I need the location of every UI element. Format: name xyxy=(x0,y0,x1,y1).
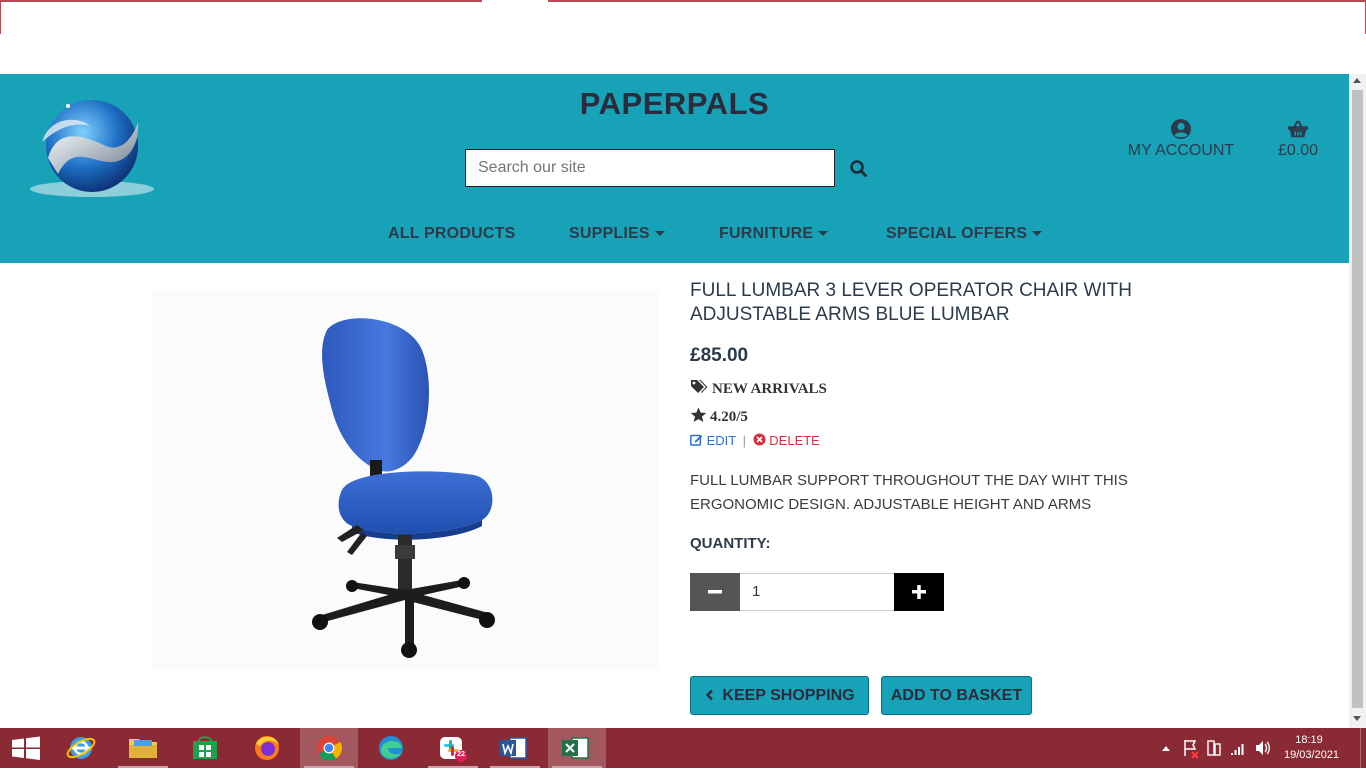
nav-supplies-label: SUPPLIES xyxy=(569,225,650,242)
nav-furniture[interactable]: FURNITURE xyxy=(719,225,829,243)
excel-icon xyxy=(562,737,589,759)
show-desktop-button[interactable] xyxy=(1360,728,1366,768)
store-icon xyxy=(193,736,217,759)
window-border xyxy=(0,0,1,34)
scroll-down-arrow-icon[interactable] xyxy=(1353,716,1361,721)
minus-icon xyxy=(708,590,722,594)
edit-link[interactable]: EDIT xyxy=(690,433,740,448)
clock-time: 18:19 xyxy=(1295,734,1323,746)
chrome-icon xyxy=(317,736,343,761)
plus-icon xyxy=(912,585,926,599)
scroll-up-arrow-icon[interactable] xyxy=(1353,78,1361,83)
admin-separator: | xyxy=(742,433,747,448)
add-to-basket-button[interactable]: ADD TO BASKET xyxy=(881,676,1032,715)
keep-shopping-button[interactable]: KEEP SHOPPING xyxy=(690,676,869,715)
volume-icon[interactable] xyxy=(1254,728,1270,768)
delete-link[interactable]: DELETE xyxy=(749,433,820,448)
user-circle-icon xyxy=(1171,119,1191,139)
delete-label: DELETE xyxy=(769,433,820,448)
scrollbar-thumb[interactable] xyxy=(1352,90,1363,708)
my-account-label: MY ACCOUNT xyxy=(1127,142,1235,159)
windows-start-icon xyxy=(12,736,40,760)
taskbar-firefox[interactable] xyxy=(238,728,296,768)
quantity-input[interactable]: 1 xyxy=(740,573,894,611)
word-icon xyxy=(500,737,527,759)
product-title: FULL LUMBAR 3 LEVER OPERATOR CHAIR WITH … xyxy=(690,280,1133,325)
taskbar-chrome[interactable] xyxy=(300,728,358,768)
taskbar-store[interactable] xyxy=(176,728,234,768)
flag-alert-icon[interactable] xyxy=(1182,728,1200,768)
quantity-increment-button[interactable] xyxy=(894,573,944,611)
window-border xyxy=(548,0,1366,2)
show-hidden-icons-chevron-icon[interactable] xyxy=(1160,728,1172,768)
edit-icon xyxy=(690,434,703,446)
product-description: FULL LUMBAR SUPPORT THROUGHOUT THE DAY W… xyxy=(690,472,1128,513)
taskbar-edge[interactable] xyxy=(362,728,420,768)
add-to-basket-label: ADD TO BASKET xyxy=(890,687,1023,704)
product-rating-value: 4.20/5 xyxy=(710,409,748,425)
file-explorer-icon xyxy=(129,739,157,758)
chevron-left-icon xyxy=(706,689,714,701)
nav-supplies[interactable]: SUPPLIES xyxy=(569,225,665,243)
site-brand-title[interactable]: PAPERPALS xyxy=(0,86,1349,122)
shopping-basket-icon xyxy=(1287,120,1309,138)
network-signal-icon[interactable] xyxy=(1230,728,1246,768)
edit-label: EDIT xyxy=(706,433,737,448)
caret-down-icon xyxy=(654,231,665,237)
times-circle-icon xyxy=(753,433,766,446)
taskbar-internet-explorer[interactable] xyxy=(52,728,110,768)
product-image xyxy=(152,290,658,670)
search-icon[interactable] xyxy=(848,158,870,180)
nav-all-products[interactable]: ALL PRODUCTS xyxy=(388,225,515,243)
taskbar-excel[interactable] xyxy=(548,728,606,768)
internet-explorer-icon xyxy=(66,737,96,759)
slack-icon xyxy=(440,737,467,762)
taskbar-file-explorer[interactable] xyxy=(114,728,172,768)
system-tray xyxy=(1160,728,1280,768)
clock-date: 19/03/2021 xyxy=(1284,749,1340,761)
slack-notification-badge: 22 xyxy=(457,751,465,758)
taskbar-word[interactable] xyxy=(486,728,544,768)
edge-icon xyxy=(379,736,403,760)
basket-total: £0.00 xyxy=(1277,142,1319,159)
product-category[interactable]: NEW ARRIVALS xyxy=(690,379,827,398)
product-category-label: NEW ARRIVALS xyxy=(712,381,827,397)
nav-all-products-label: ALL PRODUCTS xyxy=(388,225,516,242)
basket-link[interactable]: £0.00 xyxy=(1268,118,1328,160)
windows-taskbar: 22 18:19 19/03/2021 xyxy=(0,728,1366,768)
star-icon xyxy=(690,407,707,422)
taskbar-slack[interactable]: 22 xyxy=(424,728,482,768)
nav-special-offers-label: SPECIAL OFFERS xyxy=(886,225,1028,242)
quantity-decrement-button[interactable] xyxy=(690,573,740,611)
caret-down-icon xyxy=(1032,231,1043,237)
firefox-icon xyxy=(255,736,279,760)
caret-down-icon xyxy=(818,231,829,237)
product-rating: 4.20/5 xyxy=(690,407,748,426)
nav-special-offers[interactable]: SPECIAL OFFERS xyxy=(886,225,1043,243)
keep-shopping-label: KEEP SHOPPING xyxy=(722,687,855,704)
start-button[interactable] xyxy=(0,728,58,768)
my-account-link[interactable]: MY ACCOUNT xyxy=(1126,118,1236,160)
device-icon[interactable] xyxy=(1206,728,1222,768)
taskbar-clock[interactable]: 18:19 19/03/2021 xyxy=(1284,733,1340,763)
browser-top-area xyxy=(0,0,1366,74)
search-input[interactable] xyxy=(465,149,835,187)
tags-icon xyxy=(691,380,708,393)
window-border xyxy=(0,0,482,2)
site-header: PAPERPALS MY ACCOUNT £0.00 ALL PRODUCTS … xyxy=(0,74,1349,263)
admin-actions: EDIT | DELETE xyxy=(690,433,820,448)
nav-furniture-label: FURNITURE xyxy=(719,225,814,242)
quantity-label: QUANTITY: xyxy=(690,535,771,552)
product-price: £85.00 xyxy=(690,345,749,366)
